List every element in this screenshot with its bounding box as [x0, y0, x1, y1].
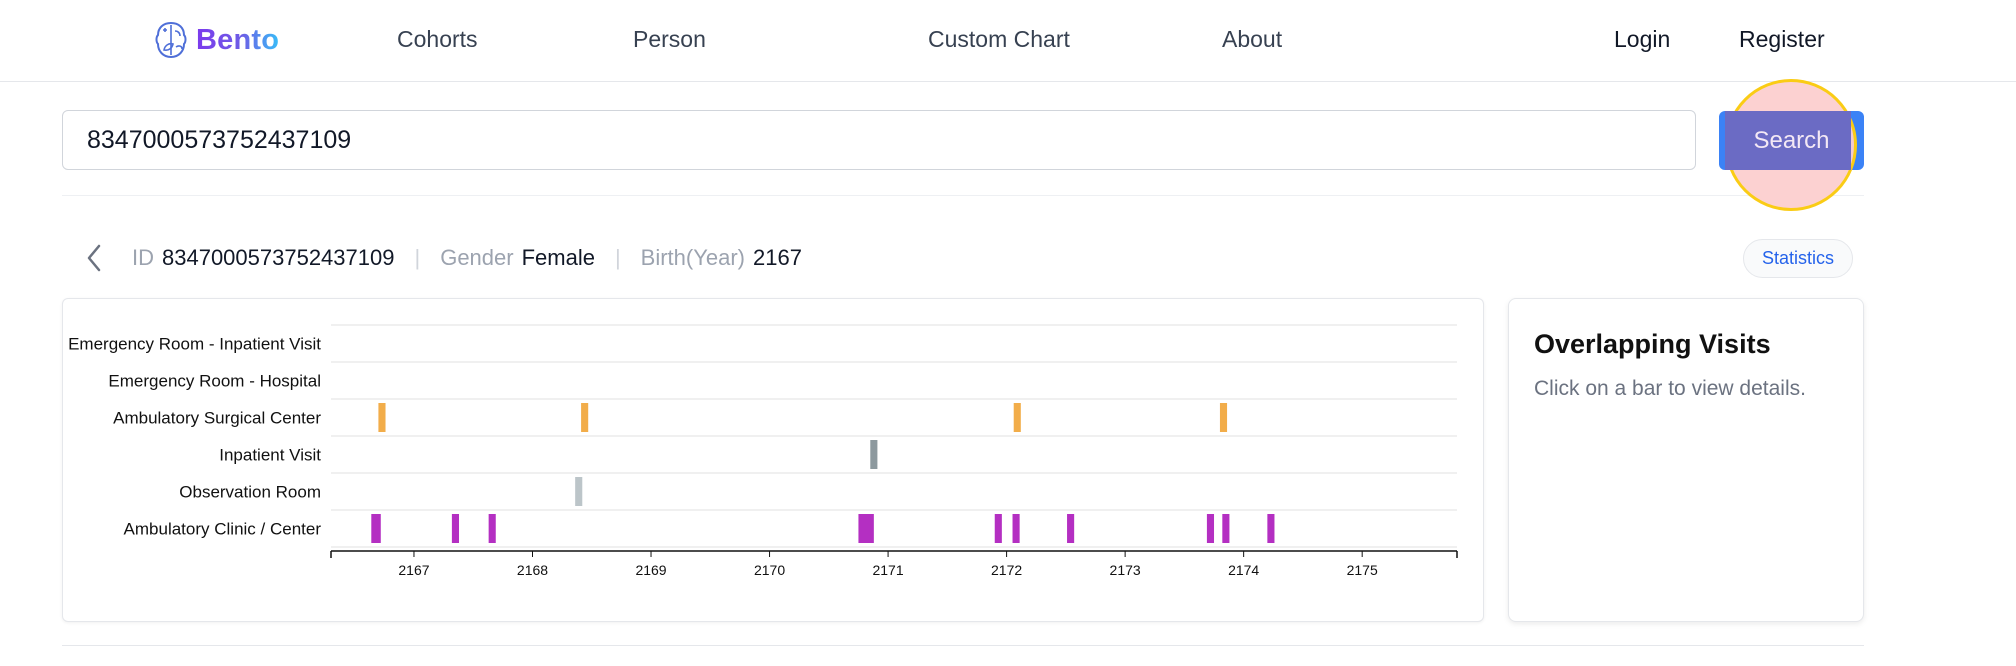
row-label: Inpatient Visit	[219, 446, 321, 465]
row-label: Emergency Room - Inpatient Visit	[68, 335, 321, 354]
row-label: Emergency Room - Hospital	[108, 372, 321, 391]
x-tick-label: 2168	[517, 562, 548, 578]
visit-bar[interactable]	[451, 514, 460, 543]
id-value: 8347000573752437109	[162, 245, 395, 270]
nav-custom-chart[interactable]: Custom Chart	[928, 26, 1070, 53]
visit-bar[interactable]	[1013, 403, 1021, 432]
person-info-row: ID 8347000573752437109 | Gender Female |…	[86, 238, 802, 278]
nav-cohorts[interactable]: Cohorts	[397, 26, 478, 53]
row-label: Ambulatory Surgical Center	[113, 409, 321, 428]
login-link[interactable]: Login	[1614, 26, 1670, 53]
register-link[interactable]: Register	[1739, 26, 1825, 53]
visit-bar[interactable]	[371, 514, 381, 543]
x-tick-label: 2171	[872, 562, 903, 578]
info-separator: |	[414, 245, 421, 270]
gender-label: Gender	[440, 245, 514, 270]
x-tick-label: 2169	[635, 562, 666, 578]
panel-title: Overlapping Visits	[1534, 329, 1771, 359]
visit-bar[interactable]	[1206, 514, 1215, 543]
visit-bar[interactable]	[1219, 403, 1228, 432]
info-separator: |	[614, 245, 621, 270]
top-navbar: Bento Cohorts Person Custom Chart About …	[0, 0, 2016, 82]
visit-bar[interactable]	[378, 403, 386, 432]
brand-name: Bento	[196, 23, 280, 56]
nav-person[interactable]: Person	[633, 26, 706, 53]
panel-hint: Click on a bar to view details.	[1534, 377, 1806, 400]
row-label: Ambulatory Clinic / Center	[124, 520, 322, 539]
x-tick-label: 2175	[1347, 562, 1378, 578]
birth-year-value: 2167	[753, 245, 802, 270]
nav-about[interactable]: About	[1222, 26, 1282, 53]
visit-bar[interactable]	[1067, 514, 1075, 543]
row-label: Observation Room	[179, 483, 321, 502]
x-tick-label: 2173	[1110, 562, 1141, 578]
visit-bar[interactable]	[1267, 514, 1275, 543]
x-tick-label: 2172	[991, 562, 1022, 578]
visit-bar[interactable]	[1222, 514, 1230, 543]
brand-logo[interactable]: Bento	[154, 17, 279, 63]
visit-timeline-chart: Emergency Room - Inpatient Visit Emergenc…	[68, 324, 1458, 578]
visit-bar[interactable]	[1012, 514, 1020, 543]
visit-bar[interactable]	[581, 403, 589, 432]
statistics-button[interactable]: Statistics	[1743, 239, 1853, 278]
id-label: ID	[132, 245, 154, 270]
x-tick-label: 2167	[398, 562, 429, 578]
x-tick-label: 2170	[754, 562, 785, 578]
visit-bar[interactable]	[994, 514, 1002, 543]
search-button[interactable]: Search	[1719, 79, 1864, 211]
search-divider	[62, 195, 1864, 196]
brain-leaf-icon	[155, 21, 187, 59]
gender-value: Female	[521, 245, 595, 270]
visit-bar[interactable]	[870, 440, 878, 469]
bottom-divider	[62, 645, 1864, 646]
visit-bar[interactable]	[488, 514, 496, 543]
x-tick-label: 2174	[1228, 562, 1259, 578]
overlapping-visits-panel: Overlapping Visits Click on a bar to vie…	[1508, 298, 1864, 622]
visit-bar[interactable]	[575, 477, 583, 506]
search-button-label: Search	[1753, 127, 1830, 154]
person-search-input[interactable]	[62, 110, 1696, 170]
visit-bar[interactable]	[858, 514, 874, 543]
birth-year-label: Birth(Year)	[640, 245, 746, 270]
visit-timeline-card: Emergency Room - Inpatient Visit Emergenc…	[62, 298, 1484, 622]
chevron-left-icon[interactable]	[86, 243, 110, 273]
